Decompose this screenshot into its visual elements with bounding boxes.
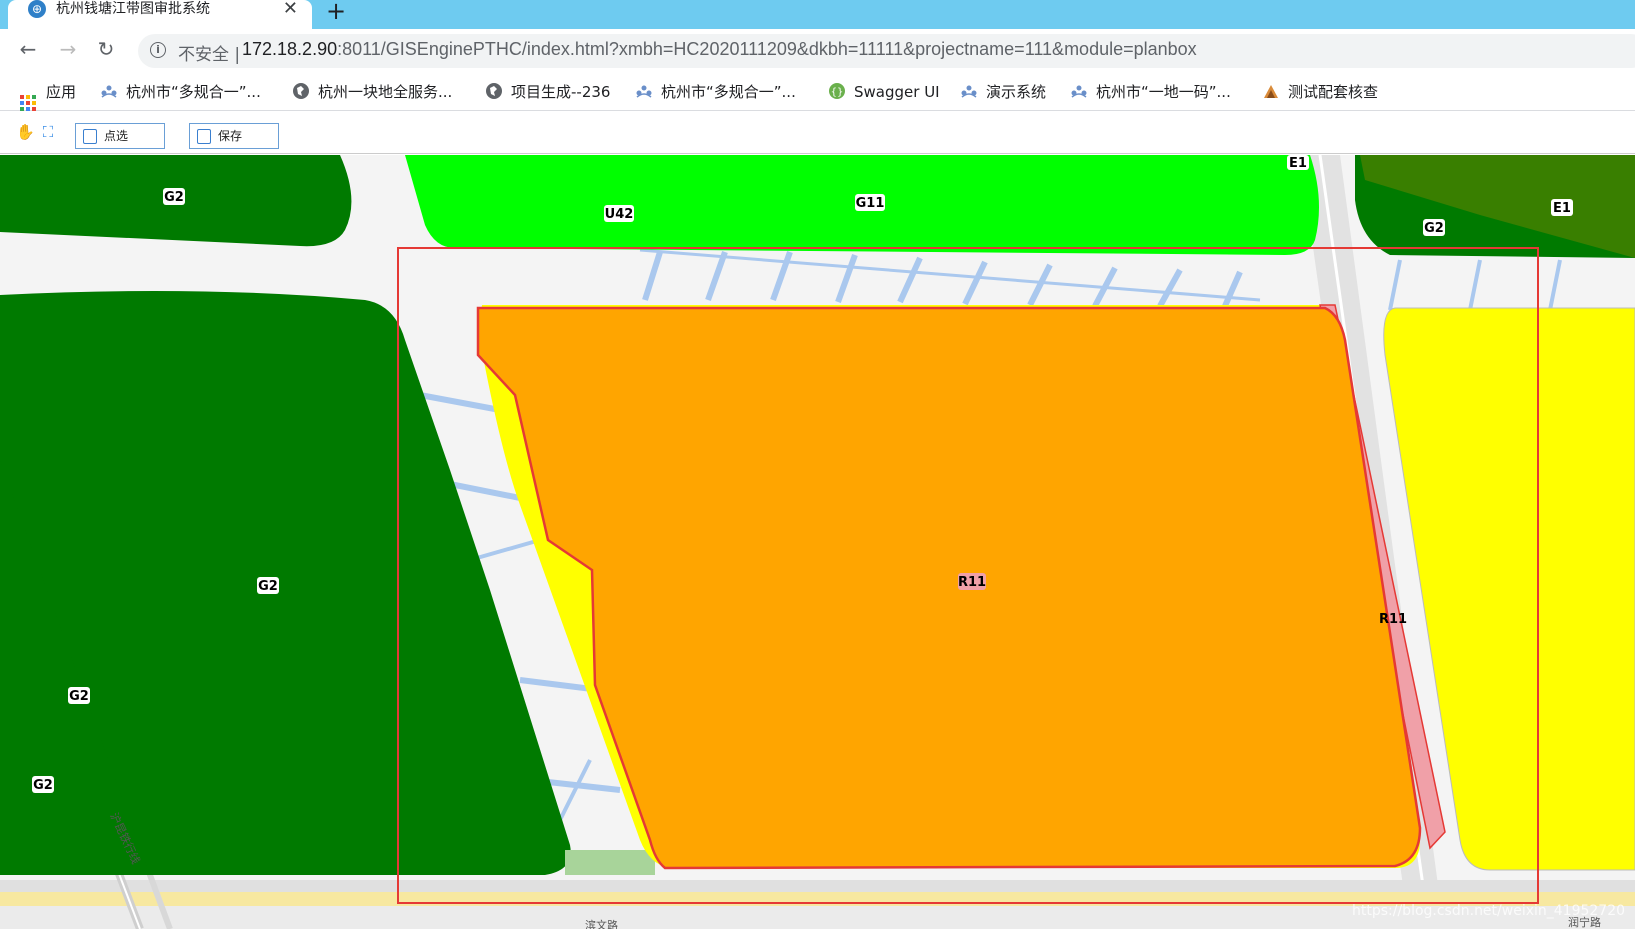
forward-arrow-icon[interactable]: → [56, 37, 80, 61]
bookmark-item[interactable]: 项目生成--236 [485, 81, 610, 103]
map-svg[interactable]: G2 U42 G11 E1 G2 E1 G2 R11 R11 G2 G2 沪昆铁… [0, 155, 1635, 929]
label-road: 滨文路 [585, 918, 618, 929]
network-icon [961, 85, 977, 98]
save-button[interactable]: 保存 [189, 123, 279, 149]
label-g2: G2 [164, 190, 184, 205]
info-icon[interactable]: i [150, 42, 166, 58]
bookmark-item[interactable]: 杭州市“一地一码”... [1070, 81, 1231, 103]
label-e1: E1 [1553, 201, 1571, 216]
browser-tab-strip: ⊕ 杭州钱塘江带图审批系统 ✕ + [0, 0, 1635, 29]
map-toolbar: ✋ ⛶ 点选 保存 [0, 112, 1635, 154]
network-icon [636, 85, 652, 98]
label-u42: U42 [605, 207, 634, 222]
globe-icon [486, 83, 502, 99]
label-r11: R11 [958, 575, 986, 590]
security-status: 不安全 | [178, 45, 241, 65]
bookmark-apps[interactable]: 应用 [20, 81, 76, 111]
tool-icon [1264, 85, 1278, 98]
label-g2: G2 [69, 689, 89, 704]
new-tab-button[interactable]: + [326, 0, 346, 25]
bookmark-item[interactable]: 杭州市“多规合一”... [635, 81, 796, 103]
network-icon [101, 85, 117, 98]
tab-title: 杭州钱塘江带图审批系统 [56, 1, 210, 17]
url-text[interactable]: 172.18.2.90:8011/GISEnginePTHC/index.htm… [242, 39, 1197, 60]
map-canvas[interactable]: G2 U42 G11 E1 G2 E1 G2 R11 R11 G2 G2 沪昆铁… [0, 155, 1635, 929]
bookmarks-bar: 应用 杭州市“多规合一”... 杭州一块地全服务... 项目生成--236 杭州… [0, 73, 1635, 111]
bookmark-item[interactable]: 杭州一块地全服务... [292, 81, 452, 103]
watermark-text: https://blog.csdn.net/weixin_41952720 [1352, 903, 1625, 919]
network-icon [1071, 85, 1087, 98]
bookmark-item[interactable]: 测试配套核查 [1262, 81, 1378, 103]
url-omnibox[interactable]: i 不安全 | 172.18.2.90:8011/GISEnginePTHC/i… [138, 34, 1635, 68]
address-bar: ← → ↻ i 不安全 | 172.18.2.90:8011/GISEngine… [0, 29, 1635, 73]
label-g11: G11 [856, 196, 885, 211]
back-arrow-icon[interactable]: ← [16, 37, 40, 61]
bookmark-item[interactable]: 演示系统 [960, 81, 1046, 103]
label-g2: G2 [258, 579, 278, 594]
bookmark-item[interactable]: {} Swagger UI [828, 81, 940, 103]
clipboard-icon [197, 129, 211, 144]
label-g2: G2 [33, 778, 53, 793]
clipboard-icon [83, 129, 97, 144]
select-button[interactable]: 点选 [75, 123, 165, 149]
label-r11: R11 [1379, 612, 1407, 627]
apps-grid-icon [20, 95, 36, 111]
zone-light-green [565, 850, 655, 875]
browser-tab[interactable]: ⊕ 杭州钱塘江带图审批系统 ✕ [8, 0, 312, 29]
full-extent-icon[interactable]: ⛶ [40, 124, 56, 140]
svg-text:{}: {} [831, 87, 844, 98]
swagger-icon: {} [829, 83, 845, 99]
site-favicon-icon: ⊕ [28, 0, 46, 18]
bookmark-item[interactable]: 杭州市“多规合一”... [100, 81, 261, 103]
close-tab-icon[interactable]: ✕ [283, 0, 298, 19]
label-e1: E1 [1289, 156, 1307, 171]
pan-hand-icon[interactable]: ✋ [16, 124, 35, 140]
globe-icon [293, 83, 309, 99]
reload-icon[interactable]: ↻ [94, 37, 118, 61]
label-g2: G2 [1424, 221, 1444, 236]
